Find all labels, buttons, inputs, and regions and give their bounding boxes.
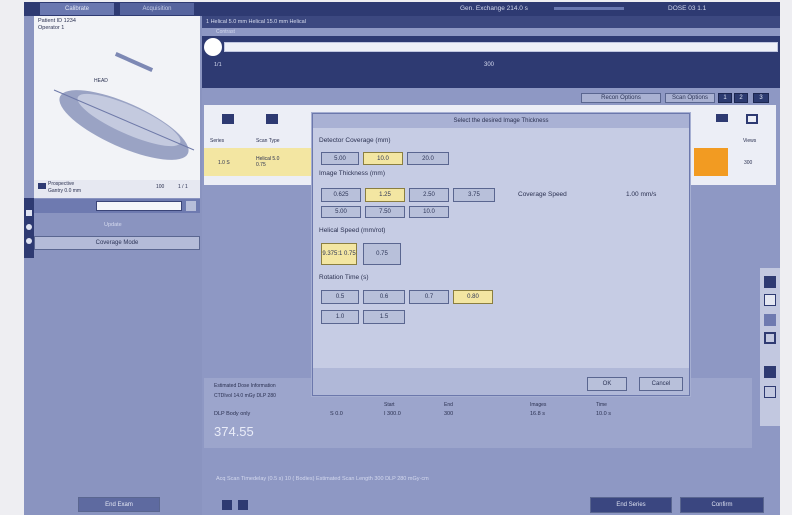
thumbnail-footer: Prospective Gantry 0.0 mm 100 1 / 1	[34, 180, 200, 198]
image-thickness-label: Image Thickness (mm)	[319, 170, 385, 177]
grid-col-series: Series	[210, 138, 225, 144]
end-exam-button[interactable]: End Exam	[78, 497, 160, 512]
tool-square-icon[interactable]	[764, 386, 776, 398]
thumbnail-page: 1 / 1	[178, 184, 188, 190]
detector-coverage-label: Detector Coverage (mm)	[319, 137, 391, 144]
scout-image[interactable]	[34, 30, 200, 180]
helical-option-0[interactable]: 9.375:1 0.75	[321, 243, 357, 265]
scan-col-time: Time	[596, 402, 607, 408]
grid-col-views: Views	[743, 138, 757, 144]
timeline-track[interactable]	[224, 42, 778, 52]
left-dot-icon[interactable]	[26, 224, 32, 230]
helical-option-1[interactable]: 0.75	[363, 243, 401, 265]
scan-info-line1: Estimated Dose Information	[214, 383, 276, 389]
thickness-option-0[interactable]: 0.625	[321, 188, 361, 202]
thickness-option-6[interactable]: 10.0	[409, 206, 449, 218]
search-input[interactable]	[96, 201, 182, 211]
layout-icon[interactable]	[266, 114, 278, 124]
status-dose: DOSE 03 1.1	[668, 5, 707, 12]
tool-grid-icon[interactable]	[764, 276, 776, 288]
thickness-option-3[interactable]: 3.75	[453, 188, 495, 202]
scan-val-delay: 10.0 s	[596, 411, 611, 417]
timeline-label: 1/1	[214, 62, 222, 68]
series-circle-icon[interactable]	[204, 38, 222, 56]
tab-acquisition[interactable]: Acquisition	[120, 3, 194, 15]
helical-speed-label: Helical Speed (mm/rot)	[319, 227, 386, 234]
rotation-option-5[interactable]: 1.5	[363, 310, 405, 324]
dlp-value: 374.55	[214, 424, 254, 439]
coverage-speed-value: 1.00 mm/s	[626, 191, 657, 198]
left-arrow-icon[interactable]	[26, 210, 32, 216]
dlp-label: DLP Body only	[214, 411, 251, 417]
thickness-option-4[interactable]: 5.00	[321, 206, 361, 218]
series-number: 300	[484, 62, 495, 68]
end-series-button[interactable]: End Series	[590, 497, 672, 513]
tools-icon[interactable]	[238, 500, 248, 510]
monitor-icon[interactable]	[222, 114, 234, 124]
thumbnail-swatch	[38, 183, 46, 189]
mini-button-2[interactable]: 2	[734, 93, 748, 103]
thumbnail-label: HEAD	[94, 78, 108, 84]
tool-box-icon[interactable]	[764, 294, 776, 306]
coverage-option-1[interactable]: 10.0	[363, 152, 403, 165]
right-toolbar	[760, 268, 780, 426]
dialog-ok-button[interactable]: OK	[587, 377, 627, 391]
bottom-info-bar: Acq Scan Timedelay (0.5 s) 10 ( Bodies) …	[216, 476, 429, 482]
status-progress	[554, 7, 624, 10]
grid-row-val2: Helical 5.0 0.75	[256, 156, 280, 168]
update-link[interactable]: Update	[104, 222, 122, 228]
coverage-option-0[interactable]: 5.00	[321, 152, 359, 165]
protocol-sub: Contrast	[216, 29, 235, 35]
scan-val-time: 16.8 s	[530, 411, 545, 417]
scan-col-images: Images	[530, 402, 547, 408]
status-exchange: Gen. Exchange 214.0 s	[460, 5, 528, 12]
scan-col-end: End	[444, 402, 453, 408]
thumbnail-panel: Patient ID 1234 Operator 1 HEAD Prospect…	[34, 16, 200, 198]
dialog-cancel-button[interactable]: Cancel	[639, 377, 683, 391]
rotation-option-3[interactable]: 0.80	[453, 290, 493, 304]
scan-val-end: I 300.0	[384, 411, 401, 417]
edit-pencil-icon[interactable]	[222, 500, 232, 510]
accent-cell[interactable]	[694, 148, 728, 176]
tab-calibrate[interactable]: Calibrate	[40, 3, 114, 15]
scan-info-line2: CTDIvol 14.0 mGy DLP 280	[214, 393, 276, 399]
grid-row-val1: 1.0 S	[218, 160, 230, 166]
scan-val-images: 300	[444, 411, 454, 417]
rotation-option-4[interactable]: 1.0	[321, 310, 359, 324]
patient-id: Patient ID 1234	[38, 18, 76, 24]
rotation-time-label: Rotation Time (s)	[319, 274, 369, 281]
recon-options-button[interactable]: Recon Options	[581, 93, 661, 103]
search-options-icon[interactable]	[186, 201, 196, 211]
protocol-bar[interactable]: 1 Helical 5.0 mm Helical 15.0 mm Helical	[202, 16, 780, 28]
tool-arrow-icon[interactable]	[764, 366, 776, 378]
coverage-option-2[interactable]: 20.0	[407, 152, 449, 165]
thickness-dialog: Select the desired Image Thickness Detec…	[312, 113, 690, 396]
mini-button-1[interactable]: 1	[718, 93, 732, 103]
scan-val-start: S 0.0	[330, 411, 343, 417]
tool-frame-icon[interactable]	[764, 332, 776, 344]
scan-options-button[interactable]: Scan Options	[665, 93, 715, 103]
grid-col-scantype: Scan Type	[256, 138, 280, 144]
display-icon[interactable]	[716, 114, 728, 122]
rotation-option-0[interactable]: 0.5	[321, 290, 359, 304]
coverage-speed-label: Coverage Speed	[518, 191, 567, 198]
left-dot-icon[interactable]	[26, 238, 32, 244]
thumbnail-meta-2: Gantry 0.0 mm	[48, 188, 82, 194]
thickness-option-2[interactable]: 2.50	[409, 188, 449, 202]
mini-button-3[interactable]: 3	[753, 93, 769, 103]
confirm-button[interactable]: Confirm	[680, 497, 764, 513]
dialog-footer	[313, 368, 689, 395]
rotation-option-2[interactable]: 0.7	[409, 290, 449, 304]
scan-col-start: Start	[384, 402, 395, 408]
tool-pointer-icon[interactable]	[764, 314, 776, 326]
thumbnail-meta-1: Prospective	[48, 181, 75, 187]
coverage-mode-button[interactable]: Coverage Mode	[34, 236, 200, 250]
dialog-title-bar: Select the desired Image Thickness	[313, 114, 689, 128]
rotation-option-1[interactable]: 0.6	[363, 290, 405, 304]
thickness-option-5[interactable]: 7.50	[365, 206, 405, 218]
thickness-option-1[interactable]: 1.25	[365, 188, 405, 202]
thumbnail-zoom: 100	[156, 184, 165, 190]
screen-icon[interactable]	[746, 114, 758, 124]
grid-views-value: 300	[744, 160, 753, 166]
